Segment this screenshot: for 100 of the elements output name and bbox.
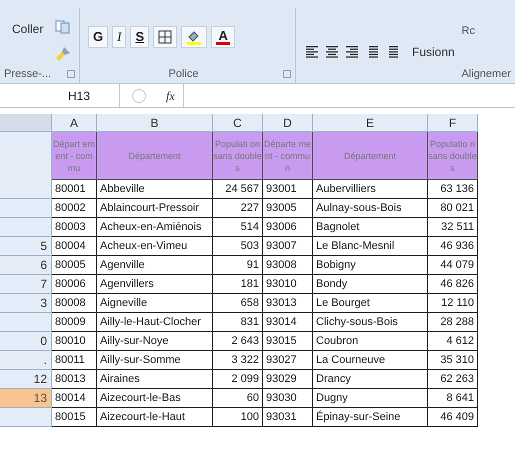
table-cell: 831 (213, 313, 263, 332)
table-cell: La Courneuve (313, 351, 428, 370)
group-label: Alignemer (461, 66, 511, 82)
table-cell: 80009 (52, 313, 97, 332)
table-cell: Airaines (97, 370, 213, 389)
table-cell: 91 (213, 256, 263, 275)
wrap-text-button[interactable]: Rc (462, 22, 475, 39)
table-cell: 32 511 (428, 218, 478, 237)
table-cell: Coubron (313, 332, 428, 351)
table-cell: 8 641 (428, 389, 478, 408)
brush-icon[interactable] (55, 46, 72, 62)
header-cell: Départ ement - commu (52, 132, 97, 180)
table-cell: 93015 (263, 332, 313, 351)
underline-button[interactable]: S (130, 26, 150, 48)
align-center-icon[interactable] (324, 45, 340, 59)
column-header[interactable]: C (213, 114, 263, 132)
row-header[interactable]: 12 (0, 370, 52, 389)
table-cell: Acheux-en-Amiénois (97, 218, 213, 237)
table-cell: 24 567 (213, 180, 263, 199)
table-cell: 2 643 (213, 332, 263, 351)
table-cell: 63 136 (428, 180, 478, 199)
select-all-corner[interactable] (0, 114, 52, 132)
table-cell: Dugny (313, 389, 428, 408)
table-cell: Agenville (97, 256, 213, 275)
row-header[interactable]: 3 (0, 294, 52, 313)
fill-color-button[interactable] (181, 26, 208, 48)
table-cell: 4 612 (428, 332, 478, 351)
table-cell: Drancy (313, 370, 428, 389)
table-cell: 2 099 (213, 370, 263, 389)
merge-button[interactable]: Fusionn (412, 43, 455, 61)
align-left-icon[interactable] (304, 45, 320, 59)
dialog-launcher-icon[interactable] (67, 70, 75, 78)
table-cell: Agenvillers (97, 275, 213, 294)
dialog-launcher-icon[interactable] (283, 70, 291, 78)
table-cell: Aizecourt-le-Haut (97, 408, 213, 427)
row-header[interactable] (0, 180, 52, 199)
column-header[interactable]: D (263, 114, 313, 132)
column-header[interactable]: E (313, 114, 428, 132)
header-cell: Département (313, 132, 428, 180)
column-header[interactable]: B (97, 114, 213, 132)
name-box[interactable]: H13 (0, 84, 120, 107)
table-cell: Aizecourt-le-Bas (97, 389, 213, 408)
table-cell: 93001 (263, 180, 313, 199)
table-cell: 80015 (52, 408, 97, 427)
row-header[interactable]: 13 (0, 389, 52, 408)
table-cell: Ailly-sur-Somme (97, 351, 213, 370)
table-cell: Ailly-sur-Noye (97, 332, 213, 351)
table-cell: 93013 (263, 294, 313, 313)
row-header[interactable]: 5 (0, 237, 52, 256)
table-cell: 80014 (52, 389, 97, 408)
bold-button[interactable]: G (88, 26, 108, 48)
table-cell: 514 (213, 218, 263, 237)
row-header[interactable] (0, 313, 52, 332)
table-cell: 80004 (52, 237, 97, 256)
copy-icon[interactable] (55, 20, 72, 34)
align-right-icon[interactable] (344, 45, 360, 59)
table-cell: 93010 (263, 275, 313, 294)
paint-bucket-icon (186, 28, 202, 44)
table-cell: 93007 (263, 237, 313, 256)
borders-icon (158, 30, 172, 44)
table-cell: Acheux-en-Vimeu (97, 237, 213, 256)
function-button[interactable]: fx (166, 86, 175, 104)
column-header[interactable]: F (428, 114, 478, 132)
table-cell: 60 (213, 389, 263, 408)
cancel-icon[interactable] (132, 88, 146, 102)
table-cell: 93005 (263, 199, 313, 218)
table-cell: 93031 (263, 408, 313, 427)
table-cell: Bondy (313, 275, 428, 294)
table-cell: 80001 (52, 180, 97, 199)
paste-button[interactable]: Coller (8, 20, 48, 38)
table-cell: 80 021 (428, 199, 478, 218)
italic-button[interactable]: I (112, 26, 126, 48)
row-header[interactable]: . (0, 351, 52, 370)
table-cell: 93029 (263, 370, 313, 389)
font-color-button[interactable]: A (211, 26, 236, 48)
table-cell: 80013 (52, 370, 97, 389)
row-header[interactable]: 0 (0, 332, 52, 351)
row-header[interactable] (0, 199, 52, 218)
table-cell: 62 263 (428, 370, 478, 389)
table-cell: Abbeville (97, 180, 213, 199)
table-cell: Le Blanc-Mesnil (313, 237, 428, 256)
table-cell: 80005 (52, 256, 97, 275)
table-cell: 12 110 (428, 294, 478, 313)
table-cell: 80008 (52, 294, 97, 313)
table-cell: 503 (213, 237, 263, 256)
table-cell: 93027 (263, 351, 313, 370)
group-label: Presse-... (4, 66, 52, 82)
row-header[interactable] (0, 408, 52, 427)
table-cell: 93014 (263, 313, 313, 332)
row-header[interactable]: 6 (0, 256, 52, 275)
row-header[interactable]: 7 (0, 275, 52, 294)
table-cell: 80006 (52, 275, 97, 294)
table-cell: 3 322 (213, 351, 263, 370)
table-cell: 93006 (263, 218, 313, 237)
table-cell: 46 936 (428, 237, 478, 256)
column-header[interactable]: A (52, 114, 97, 132)
header-cell: Départe ment - commun (263, 132, 313, 180)
borders-button[interactable] (153, 26, 178, 48)
row-header[interactable] (0, 218, 52, 237)
table-cell: 28 288 (428, 313, 478, 332)
